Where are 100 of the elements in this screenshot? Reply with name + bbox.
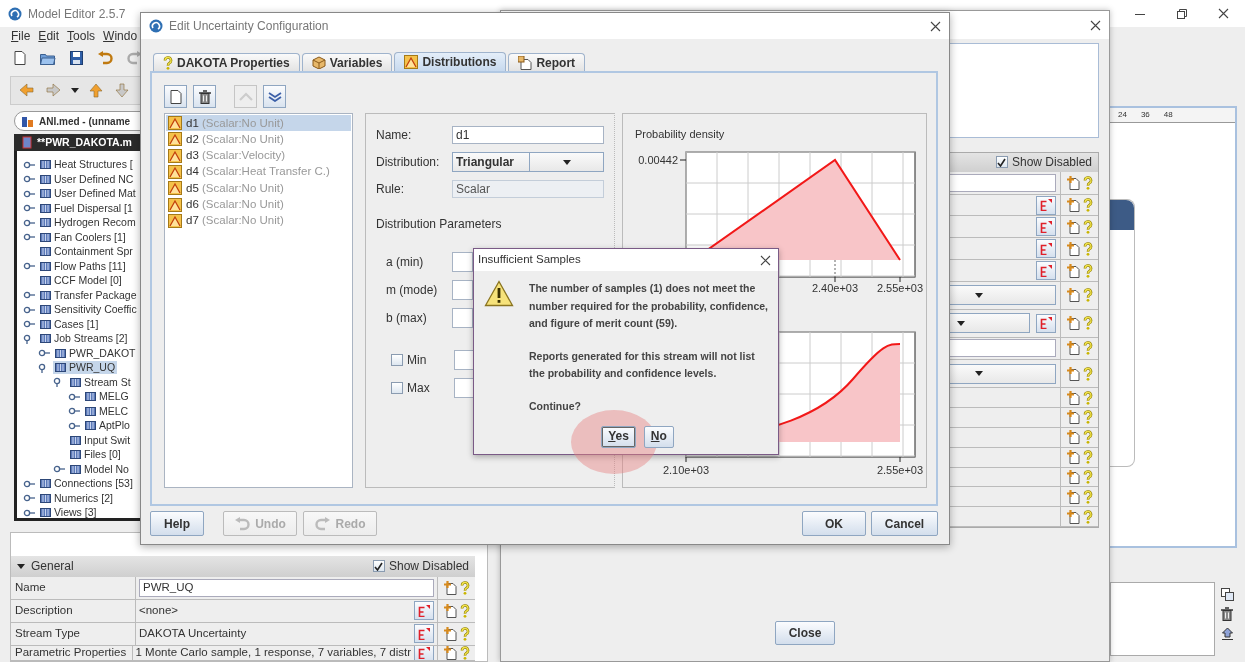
- tree-item[interactable]: Input Swit: [68, 433, 133, 447]
- add-page-icon[interactable]: [1066, 469, 1080, 484]
- tree-item[interactable]: Views [3]: [38, 506, 99, 520]
- distribution-item[interactable]: d7 (Scalar:No Unit): [166, 212, 351, 230]
- tree-item[interactable]: MELG: [83, 390, 131, 404]
- parameter-field[interactable]: [452, 252, 473, 272]
- copy-icon[interactable]: [1221, 588, 1234, 601]
- help-button[interactable]: Help: [150, 511, 204, 536]
- tree-item[interactable]: PWR_UQ: [53, 361, 118, 375]
- tree-item[interactable]: PWR_DAKOT: [53, 346, 138, 360]
- expand-handle-icon[interactable]: [68, 420, 81, 431]
- expand-handle-icon[interactable]: [68, 406, 81, 417]
- add-page-icon[interactable]: [1066, 263, 1080, 278]
- tab[interactable]: Distributions: [394, 52, 507, 71]
- distribution-item[interactable]: d3 (Scalar:Velocity): [166, 147, 351, 164]
- expression-button[interactable]: [414, 624, 434, 644]
- add-page-icon[interactable]: [1066, 241, 1080, 256]
- tree-item[interactable]: Transfer Package: [38, 288, 139, 302]
- tree-item[interactable]: Numerics [2]: [38, 491, 115, 505]
- add-page-icon[interactable]: [1066, 198, 1080, 213]
- parameter-field[interactable]: [452, 280, 473, 300]
- open-folder-icon[interactable]: [40, 51, 56, 65]
- add-page-icon[interactable]: [1066, 288, 1080, 303]
- menu-item[interactable]: Edit: [38, 26, 60, 45]
- expand-handle-icon[interactable]: [23, 493, 36, 504]
- expand-handle-icon[interactable]: [23, 507, 36, 518]
- upload-icon[interactable]: [1221, 627, 1234, 640]
- tree-item[interactable]: Stream St: [68, 375, 133, 389]
- close-icon[interactable]: [1218, 7, 1229, 19]
- tree-item[interactable]: Cases [1]: [38, 317, 101, 331]
- add-page-icon[interactable]: [1066, 219, 1080, 234]
- add-page-icon[interactable]: [1066, 390, 1080, 405]
- checkbox[interactable]: [391, 354, 403, 366]
- tree-item[interactable]: Containment Spr: [38, 245, 135, 259]
- tab[interactable]: DAKOTA Properties: [153, 53, 300, 71]
- property-field[interactable]: PWR_UQ: [139, 579, 434, 597]
- distribution-item[interactable]: d1 (Scalar:No Unit): [166, 115, 351, 132]
- tree-item[interactable]: User Defined NC: [38, 172, 136, 186]
- tree-item[interactable]: Heat Structures [: [38, 158, 135, 172]
- expand-handle-icon[interactable]: [23, 290, 36, 301]
- close-icon[interactable]: [760, 254, 771, 266]
- tree-item[interactable]: Job Streams [2]: [38, 332, 130, 346]
- tree-item[interactable]: Connections [53]: [38, 477, 135, 491]
- distribution-item[interactable]: d4 (Scalar:Heat Transfer C.): [166, 163, 351, 181]
- tree-item[interactable]: User Defined Mat: [38, 187, 138, 201]
- add-page-icon[interactable]: [1066, 366, 1080, 381]
- add-page-icon[interactable]: [1066, 489, 1080, 504]
- move-down-button[interactable]: [263, 85, 286, 108]
- tree-item[interactable]: Fuel Dispersal [1: [38, 201, 135, 215]
- expand-handle-icon[interactable]: [38, 348, 51, 359]
- save-icon[interactable]: [70, 51, 83, 65]
- expression-button[interactable]: [1036, 313, 1056, 333]
- expand-handle-icon[interactable]: [23, 478, 36, 489]
- add-page-icon[interactable]: [1066, 175, 1080, 190]
- add-page-icon[interactable]: [443, 627, 457, 641]
- undo-icon[interactable]: [97, 51, 113, 65]
- close-icon[interactable]: [1090, 19, 1101, 31]
- tree-item[interactable]: Sensitivity Coeffic: [38, 303, 139, 317]
- tab[interactable]: Report: [508, 53, 586, 71]
- expand-handle-icon[interactable]: [23, 319, 36, 330]
- add-page-icon[interactable]: [443, 604, 457, 618]
- distribution-item[interactable]: d5 (Scalar:No Unit): [166, 180, 351, 197]
- expand-handle-icon[interactable]: [53, 464, 66, 475]
- add-page-icon[interactable]: [1066, 509, 1080, 524]
- close-icon[interactable]: [930, 20, 941, 32]
- tree-item[interactable]: CCF Model [0]: [38, 274, 124, 288]
- new-button[interactable]: [164, 85, 187, 108]
- add-page-icon[interactable]: [1066, 430, 1080, 445]
- parameter-field[interactable]: [452, 308, 473, 328]
- add-page-icon[interactable]: [1066, 450, 1080, 465]
- delete-button[interactable]: [193, 85, 216, 108]
- expand-handle-icon[interactable]: [23, 304, 36, 315]
- add-page-icon[interactable]: [1066, 316, 1080, 331]
- tree-item[interactable]: Files [0]: [68, 448, 123, 462]
- tree-item[interactable]: Fan Coolers [1]: [38, 230, 128, 244]
- yes-button[interactable]: Yes: [601, 426, 636, 448]
- expand-handle-icon[interactable]: [23, 159, 36, 170]
- ok-button[interactable]: OK: [802, 511, 866, 536]
- distribution-dropdown[interactable]: Triangular: [452, 152, 604, 172]
- expression-button[interactable]: [1036, 195, 1056, 215]
- expression-button[interactable]: [414, 601, 434, 621]
- tree-item[interactable]: Hydrogen Recom: [38, 216, 138, 230]
- add-page-icon[interactable]: [443, 581, 457, 595]
- tree-item[interactable]: Flow Paths [11]: [38, 259, 128, 273]
- restore-icon[interactable]: [1176, 7, 1188, 20]
- expand-handle-icon[interactable]: [68, 391, 81, 402]
- checkbox[interactable]: [995, 156, 1008, 169]
- distribution-item[interactable]: d6 (Scalar:No Unit): [166, 196, 351, 213]
- expand-handle-icon[interactable]: [23, 174, 36, 185]
- tab[interactable]: Variables: [301, 53, 393, 71]
- expression-button[interactable]: [1036, 239, 1056, 259]
- add-page-icon[interactable]: [1066, 341, 1080, 356]
- checkbox[interactable]: [372, 560, 385, 573]
- distribution-item[interactable]: d2 (Scalar:No Unit): [166, 131, 351, 148]
- name-field[interactable]: d1: [452, 126, 604, 144]
- expand-handle-icon[interactable]: [23, 217, 36, 228]
- tree-item[interactable]: MELC: [83, 404, 131, 418]
- menu-item[interactable]: Windo: [103, 26, 138, 45]
- cancel-button[interactable]: Cancel: [871, 511, 938, 536]
- expression-button[interactable]: [1036, 217, 1056, 237]
